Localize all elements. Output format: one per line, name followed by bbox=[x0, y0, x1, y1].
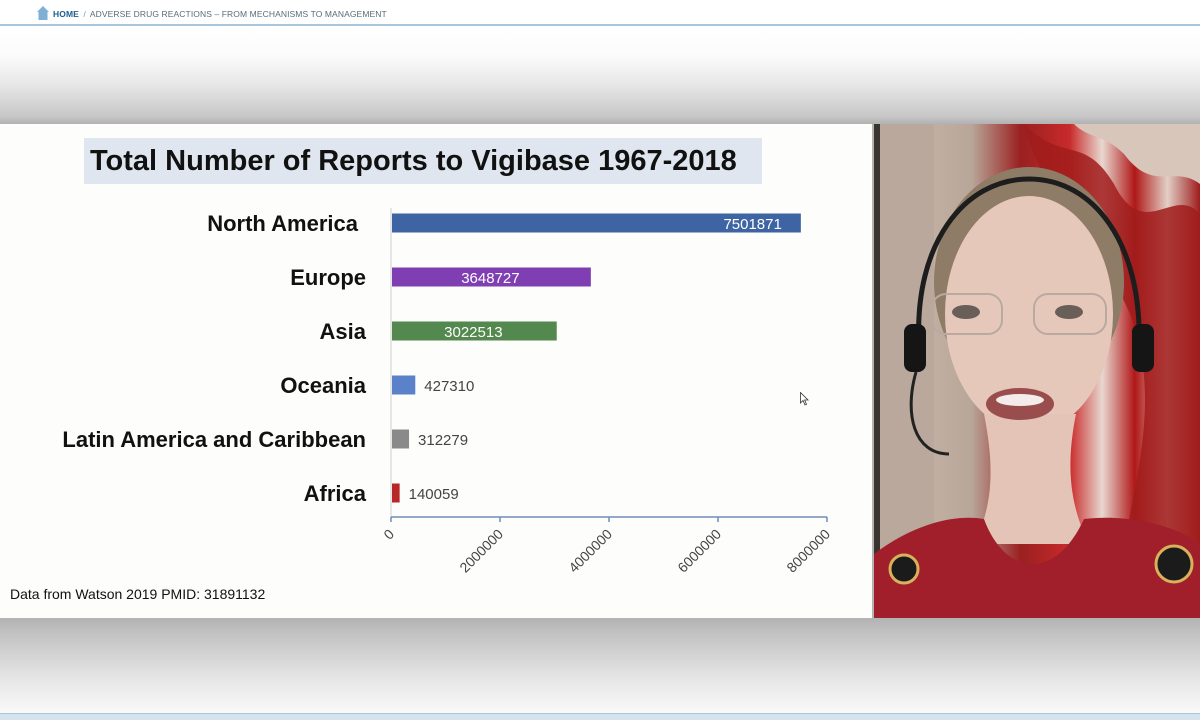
data-label: 427310 bbox=[424, 378, 474, 395]
category-label: Latin America and Caribbean bbox=[62, 427, 366, 452]
breadcrumb-separator: / bbox=[83, 9, 86, 19]
breadcrumb: HOME / ADVERSE DRUG REACTIONS – FROM MEC… bbox=[53, 9, 387, 19]
data-label: 3022513 bbox=[444, 324, 502, 341]
data-label: 140059 bbox=[409, 486, 459, 503]
source-note: Data from Watson 2019 PMID: 31891132 bbox=[10, 586, 266, 602]
home-icon[interactable] bbox=[37, 6, 49, 20]
bar bbox=[392, 429, 410, 449]
breadcrumb-home-link[interactable]: HOME bbox=[53, 9, 79, 19]
x-tick-label: 0 bbox=[380, 526, 397, 543]
data-label: 7501871 bbox=[723, 216, 781, 233]
video-eye-right bbox=[1055, 305, 1083, 319]
x-tick-label: 4000000 bbox=[565, 526, 615, 576]
category-label: Asia bbox=[320, 319, 367, 344]
video-dress-pattern bbox=[888, 553, 920, 585]
category-label: North America bbox=[207, 211, 359, 236]
bar-chart: North America 7501871 Europe 3648727 Asia 302… bbox=[62, 208, 833, 576]
presenter-video-frame bbox=[874, 124, 1200, 618]
data-label: 3648727 bbox=[461, 270, 519, 287]
video-dress-pattern-2 bbox=[1154, 544, 1194, 584]
video-neck bbox=[974, 414, 1089, 544]
category-label: Africa bbox=[304, 481, 367, 506]
breadcrumb-bar: HOME / ADVERSE DRUG REACTIONS – FROM MEC… bbox=[0, 0, 1200, 26]
video-headset-ear-right bbox=[1132, 324, 1154, 372]
category-label: Europe bbox=[290, 265, 366, 290]
bar bbox=[392, 375, 416, 395]
presentation-slide: Total Number of Reports to Vigibase 1967… bbox=[0, 124, 872, 618]
x-tick-label: 6000000 bbox=[674, 526, 724, 576]
video-teeth bbox=[996, 394, 1044, 406]
mouse-pointer-icon bbox=[800, 392, 809, 406]
category-label: Oceania bbox=[280, 373, 366, 398]
x-tick-label: 8000000 bbox=[783, 526, 833, 576]
video-eye-left bbox=[952, 305, 980, 319]
webcam-video bbox=[874, 124, 1200, 618]
bar bbox=[392, 483, 400, 503]
video-headset-ear-left bbox=[904, 324, 926, 372]
breadcrumb-current: ADVERSE DRUG REACTIONS – FROM MECHANISMS… bbox=[89, 9, 387, 19]
data-label: 312279 bbox=[418, 432, 468, 449]
x-tick-label: 2000000 bbox=[456, 526, 506, 576]
